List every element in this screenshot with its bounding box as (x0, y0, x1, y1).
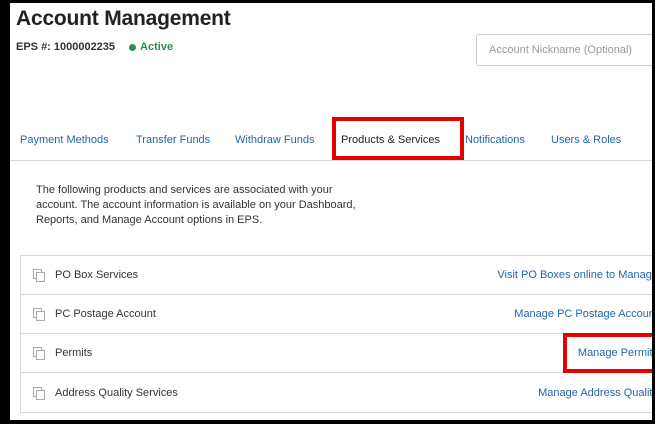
tab-users-roles[interactable]: Users & Roles (551, 119, 621, 161)
service-row-permits: Permits Manage Permits (21, 334, 652, 373)
manage-address-quality-link[interactable]: Manage Address Quality (538, 387, 652, 399)
account-nickname-input[interactable] (476, 34, 652, 66)
status-dot-icon (129, 43, 137, 51)
copy-icon (33, 386, 45, 400)
services-list: PO Box Services Visit PO Boxes online to… (20, 255, 652, 413)
service-name: PC Postage Account (55, 308, 156, 320)
status-text: Active (140, 41, 174, 53)
visit-po-boxes-link[interactable]: Visit PO Boxes online to Manage (497, 269, 652, 281)
eps-info: EPS #: 1000002235 Active (16, 41, 173, 53)
service-name: Address Quality Services (55, 386, 178, 399)
tab-transfer-funds[interactable]: Transfer Funds (136, 119, 210, 161)
account-tabs: Payment Methods Transfer Funds Withdraw … (10, 119, 652, 161)
copy-icon (33, 308, 45, 321)
tab-notifications[interactable]: Notifications (465, 119, 525, 161)
tab-withdraw-funds[interactable]: Withdraw Funds (235, 119, 314, 161)
eps-label: EPS #: (16, 41, 51, 53)
services-description: The following products and services are … (36, 184, 356, 226)
page-title: Account Management (16, 7, 231, 30)
products-tab-highlight (332, 117, 464, 160)
service-name: PO Box Services (55, 269, 139, 281)
service-row-po-box: PO Box Services Visit PO Boxes online to… (21, 256, 652, 295)
service-row-address-quality: Address Quality Services Manage Address … (21, 373, 652, 412)
tab-payment-methods[interactable]: Payment Methods (20, 119, 109, 161)
service-name: Permits (55, 347, 93, 359)
account-management-page: Account Management EPS #: 1000002235 Act… (10, 3, 652, 420)
eps-number: 1000002235 (53, 41, 116, 53)
manage-pc-postage-link[interactable]: Manage PC Postage Account (514, 308, 652, 320)
service-row-pc-postage: PC Postage Account Manage PC Postage Acc… (21, 295, 652, 334)
screenshot-frame: Account Management EPS #: 1000002235 Act… (0, 0, 655, 424)
copy-icon (33, 347, 45, 360)
manage-permits-highlight (563, 333, 652, 373)
copy-icon (33, 269, 45, 282)
status-badge: Active (129, 41, 173, 53)
